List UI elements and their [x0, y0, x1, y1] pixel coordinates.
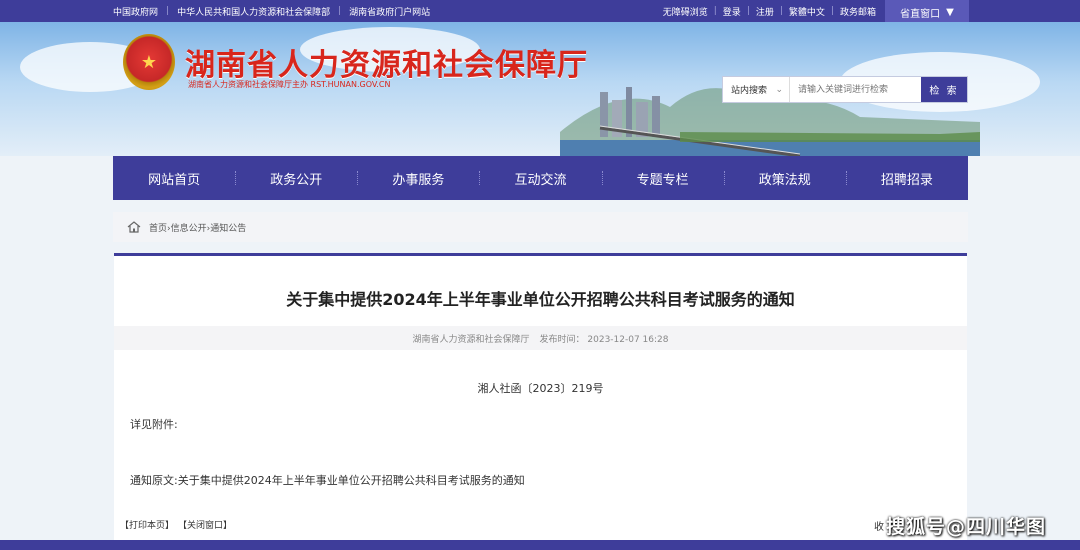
- link-traditional-chinese[interactable]: 繁體中文: [789, 5, 825, 18]
- nav-interaction[interactable]: 互动交流: [479, 156, 601, 200]
- article-source: 湖南省人力资源和社会保障厅: [412, 334, 530, 345]
- page-actions: 【打印本页】 【关闭窗口】: [120, 518, 232, 531]
- divider: |: [338, 6, 342, 16]
- publish-time-label: 发布时间：: [539, 334, 585, 345]
- nav-recruitment[interactable]: 招聘招录: [845, 156, 968, 200]
- close-window-link[interactable]: 【关闭窗口】: [178, 518, 232, 531]
- search-button[interactable]: 检 索: [921, 77, 967, 102]
- national-emblem-icon: ★: [123, 34, 175, 90]
- link-register[interactable]: 注册: [756, 5, 774, 18]
- divider: |: [713, 6, 717, 16]
- province-window-button[interactable]: 省直窗口 ▼: [885, 0, 969, 24]
- utility-links: 无障碍浏览 | 登录 | 注册 | 繁體中文 | 政务邮箱: [663, 0, 876, 22]
- link-gov-cn[interactable]: 中国政府网: [113, 5, 158, 18]
- divider: |: [746, 6, 750, 16]
- nav-home[interactable]: 网站首页: [113, 156, 235, 200]
- site-title[interactable]: 湖南省人力资源和社会保障厅: [185, 40, 588, 84]
- site-subtitle: 湖南省人力资源和社会保障厅主办 RST.HUNAN.GOV.CN: [188, 80, 391, 89]
- link-hunan-gov[interactable]: 湖南省政府门户网站: [349, 5, 430, 18]
- main-nav: 网站首页 政务公开 办事服务 互动交流 专题专栏 政策法规 招聘招录: [113, 156, 968, 200]
- search-bar: 站内搜索 ⌄ 检 索: [722, 76, 968, 103]
- original-notice-link[interactable]: 通知原文:关于集中提供2024年上半年事业单位公开招聘公共科目考试服务的通知: [130, 472, 525, 488]
- chevron-down-icon: ⌄: [775, 84, 783, 95]
- article-title: 关于集中提供2024年上半年事业单位公开招聘公共科目考试服务的通知: [286, 290, 795, 309]
- link-accessibility[interactable]: 无障碍浏览: [663, 5, 708, 18]
- external-links: 中国政府网 | 中华人民共和国人力资源和社会保障部 | 湖南省政府门户网站: [113, 0, 430, 22]
- search-scope-select[interactable]: 站内搜索 ⌄: [723, 77, 790, 102]
- nav-government-affairs[interactable]: 政务公开: [235, 156, 357, 200]
- divider: |: [166, 6, 170, 16]
- watermark-text: 搜狐号@四川华图: [886, 516, 1047, 538]
- nav-services[interactable]: 办事服务: [357, 156, 479, 200]
- breadcrumb: 首页›信息公开›通知公告: [113, 212, 968, 242]
- home-icon[interactable]: [127, 221, 141, 233]
- nav-policies[interactable]: 政策法规: [723, 156, 846, 200]
- nav-special-topics[interactable]: 专题专栏: [601, 156, 724, 200]
- footer-bar: [0, 540, 1080, 550]
- article-panel: 关于集中提供2024年上半年事业单位公开招聘公共科目考试服务的通知 湖南省人力资…: [114, 253, 967, 540]
- province-window-label: 省直窗口: [900, 8, 941, 20]
- link-mohrss[interactable]: 中华人民共和国人力资源和社会保障部: [177, 5, 330, 18]
- triangle-down-icon: ▼: [946, 6, 954, 18]
- divider: |: [830, 6, 834, 16]
- divider: |: [779, 6, 783, 16]
- breadcrumb-path[interactable]: 首页›信息公开›通知公告: [149, 221, 246, 234]
- search-scope-label: 站内搜索: [731, 86, 768, 96]
- publish-time-row: 发布时间： 2023-12-07 16:28: [540, 332, 669, 345]
- attachment-note: 详见附件:: [130, 418, 178, 431]
- publish-time: 2023-12-07 16:28: [587, 334, 669, 345]
- print-page-link[interactable]: 【打印本页】: [120, 518, 174, 531]
- search-input[interactable]: [790, 77, 921, 102]
- link-login[interactable]: 登录: [723, 5, 741, 18]
- collect-link[interactable]: 收: [874, 518, 884, 533]
- document-number: 湘人社函〔2023〕219号: [477, 382, 604, 395]
- article-meta: 湖南省人力资源和社会保障厅 发布时间： 2023-12-07 16:28: [114, 326, 967, 350]
- link-gov-mail[interactable]: 政务邮箱: [840, 5, 876, 18]
